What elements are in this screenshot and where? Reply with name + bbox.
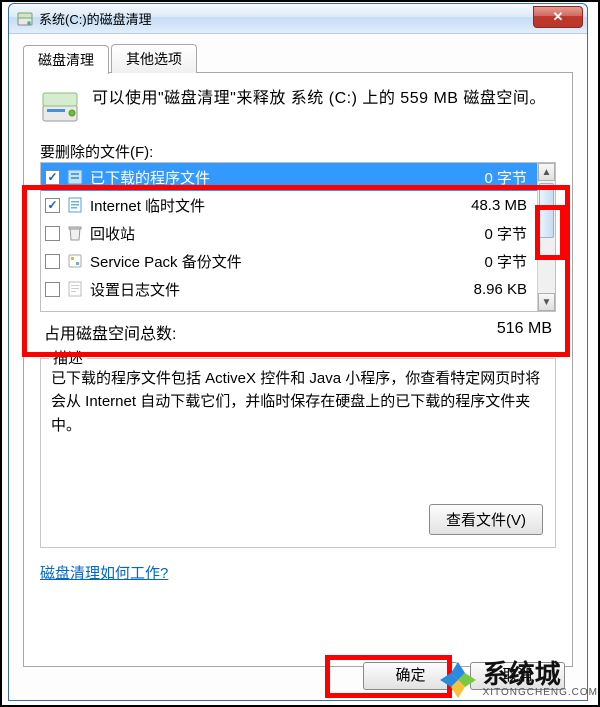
scroll-up-icon[interactable]: ▲ (538, 163, 555, 181)
file-name: 回收站 (90, 223, 478, 244)
file-checkbox[interactable] (45, 282, 60, 297)
view-files-button[interactable]: 查看文件(V) (429, 504, 543, 535)
dialog-body: 磁盘清理 其他选项 可以使用"磁盘清理"来释放 系统 (C:) 上的 559 M… (9, 34, 587, 700)
file-row[interactable]: Service Pack 备份文件 0 字节 (41, 247, 537, 275)
file-name: Service Pack 备份文件 (90, 251, 478, 272)
total-label: 占用磁盘空间总数: (44, 320, 176, 344)
file-size: 48.3 MB (471, 197, 533, 214)
description-group: 描述 已下载的程序文件包括 ActiveX 控件和 Java 小程序，你查看特定… (40, 358, 556, 548)
file-type-icon (66, 252, 84, 270)
help-link[interactable]: 磁盘清理如何工作? (40, 562, 168, 583)
ok-button[interactable]: 确定 (363, 662, 458, 690)
tab-other-options[interactable]: 其他选项 (111, 44, 197, 73)
close-icon: ✕ (553, 9, 564, 24)
file-type-icon (66, 280, 84, 298)
drive-icon (40, 87, 80, 127)
tab-panel: 可以使用"磁盘清理"来释放 系统 (C:) 上的 559 MB 磁盘空间。 要删… (23, 72, 573, 667)
dialog-window: 系统(C:)的磁盘清理 ✕ 磁盘清理 其他选项 可以使用"磁盘清理"来释放 系统… (8, 3, 588, 701)
titlebar[interactable]: 系统(C:)的磁盘清理 ✕ (9, 4, 587, 34)
file-checkbox[interactable] (45, 226, 60, 241)
file-checkbox[interactable] (45, 254, 60, 269)
close-button[interactable]: ✕ (533, 6, 583, 28)
file-row[interactable]: 设置日志文件 8.96 KB (41, 275, 537, 303)
file-name: 已下载的程序文件 (90, 167, 478, 188)
description-text: 已下载的程序文件包括 ActiveX 控件和 Java 小程序，你查看特定网页时… (51, 367, 545, 437)
description-legend: 描述 (49, 347, 87, 370)
intro-text: 可以使用"磁盘清理"来释放 系统 (C:) 上的 559 MB 磁盘空间。 (92, 87, 546, 127)
file-row[interactable]: 已下载的程序文件 0 字节 (41, 163, 537, 191)
cancel-button[interactable]: 取消 (470, 662, 565, 690)
files-section-label: 要删除的文件(F): (40, 141, 556, 162)
file-size: 0 字节 (484, 251, 533, 272)
file-list[interactable]: 已下载的程序文件0 字节Internet 临时文件48.3 MB回收站0 字节S… (41, 163, 537, 311)
file-checkbox[interactable] (45, 170, 60, 185)
file-type-icon (66, 168, 84, 186)
scrollbar[interactable]: ▲ ▼ (537, 163, 555, 311)
total-value: 516 MB (497, 320, 552, 344)
disk-cleanup-icon (17, 11, 33, 27)
window-title: 系统(C:)的磁盘清理 (39, 9, 152, 28)
file-row[interactable]: Internet 临时文件 48.3 MB (41, 191, 537, 219)
file-size: 0 字节 (484, 167, 533, 188)
file-type-icon (66, 224, 84, 242)
file-size: 0 字节 (484, 223, 533, 244)
file-size: 8.96 KB (474, 281, 533, 298)
file-row[interactable]: 回收站 0 字节 (41, 219, 537, 247)
scroll-down-icon[interactable]: ▼ (538, 293, 555, 311)
file-checkbox[interactable] (45, 198, 60, 213)
file-type-icon (66, 196, 84, 214)
file-name: 设置日志文件 (90, 279, 468, 300)
file-list-box: 已下载的程序文件0 字节Internet 临时文件48.3 MB回收站0 字节S… (40, 162, 556, 312)
scroll-thumb[interactable] (539, 183, 554, 238)
tab-disk-cleanup[interactable]: 磁盘清理 (23, 45, 109, 74)
file-name: Internet 临时文件 (90, 195, 465, 216)
